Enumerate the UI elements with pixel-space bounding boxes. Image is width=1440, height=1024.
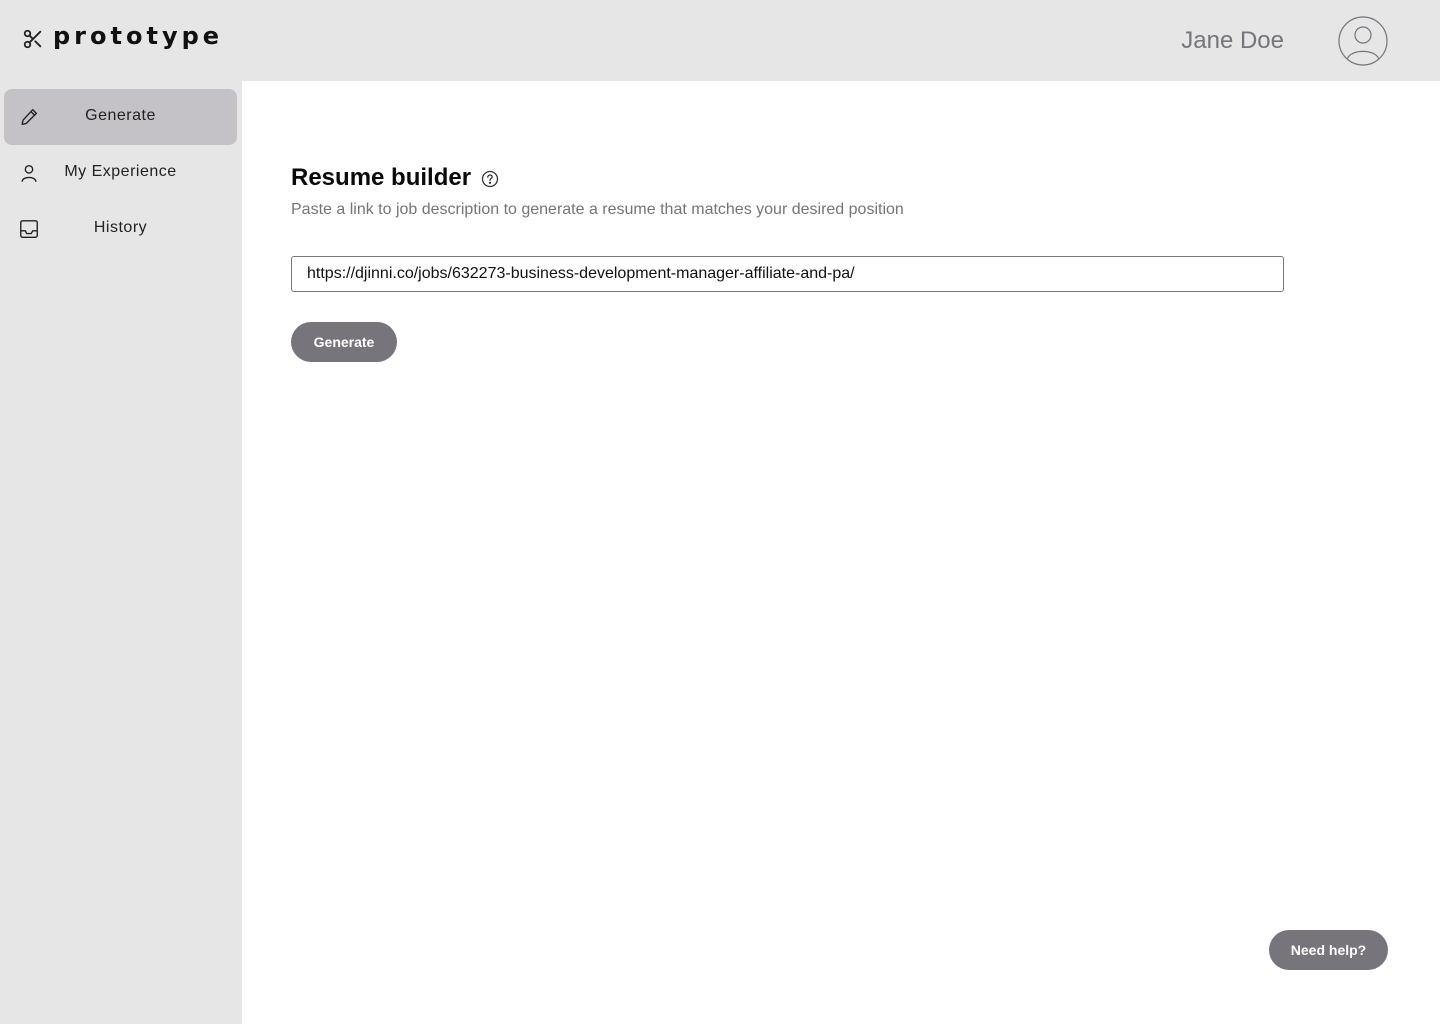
sidebar-item-generate[interactable]: Generate	[4, 89, 237, 145]
need-help-button[interactable]: Need help?	[1269, 930, 1388, 970]
sidebar: Generate My Experience History	[0, 81, 242, 1024]
scissors-icon	[23, 29, 42, 49]
generate-button[interactable]: Generate	[291, 322, 397, 362]
sidebar-item-history[interactable]: History	[4, 201, 237, 257]
main-content: Resume builder Paste a link to job descr…	[242, 81, 1440, 1024]
sidebar-item-my-experience[interactable]: My Experience	[4, 145, 237, 201]
page-subtitle: Paste a link to job description to gener…	[291, 201, 904, 218]
user-name: Jane Doe	[1181, 27, 1284, 54]
logo-text: prototype	[53, 22, 224, 50]
title-row: Resume builder	[291, 164, 499, 192]
sidebar-item-label: History	[93, 219, 148, 236]
question-circle-icon[interactable]	[481, 170, 499, 188]
page-title: Resume builder	[291, 164, 472, 191]
logo[interactable]: prototype	[22, 22, 223, 50]
job-url-input[interactable]	[291, 256, 1284, 292]
top-bar: prototype Jane Doe	[0, 0, 1440, 81]
sidebar-item-label: My Experience	[64, 163, 177, 180]
sidebar-item-label: Generate	[85, 107, 156, 124]
user-circle-icon[interactable]	[1338, 16, 1388, 66]
